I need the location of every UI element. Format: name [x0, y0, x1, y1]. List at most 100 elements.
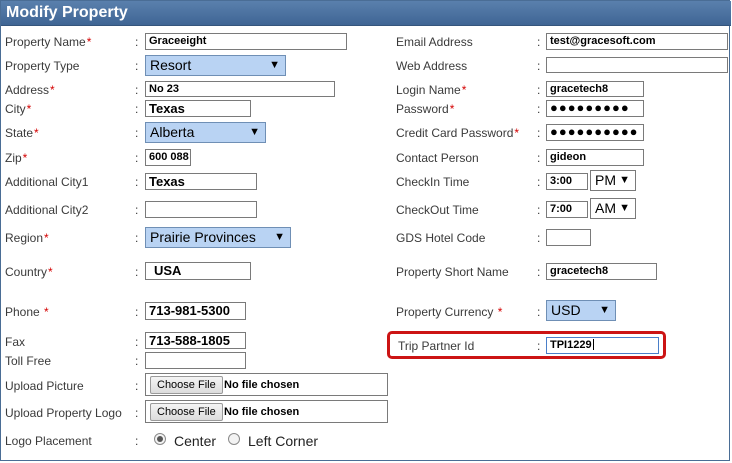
password-label: Password*: [396, 102, 455, 116]
city-input[interactable]: Texas: [145, 100, 251, 117]
state-value: Alberta: [150, 124, 195, 140]
upload-logo-field: Choose File No file chosen: [145, 400, 388, 423]
colon: :: [135, 434, 139, 448]
property-currency-select[interactable]: USD ▼: [546, 300, 616, 321]
colon: :: [135, 305, 139, 319]
colon: :: [135, 151, 139, 165]
checkout-ampm-value: AM: [595, 200, 616, 216]
logo-left-corner-label[interactable]: Left Corner: [248, 433, 318, 449]
additional-city2-label: Additional City2: [5, 203, 89, 217]
property-currency-label: Property Currency *: [396, 305, 503, 319]
colon: :: [135, 265, 139, 279]
zip-input[interactable]: 600 088: [145, 149, 191, 166]
login-name-input[interactable]: gracetech8: [546, 81, 644, 97]
additional-city1-label: Additional City1: [5, 175, 89, 189]
logo-center-radio[interactable]: [154, 433, 166, 445]
web-address-input[interactable]: [546, 57, 728, 73]
cc-password-input[interactable]: ●●●●●●●●●●: [546, 124, 644, 141]
property-type-label: Property Type: [5, 59, 80, 73]
chevron-down-icon: ▼: [617, 200, 630, 217]
toll-free-input[interactable]: [145, 352, 246, 369]
colon: :: [537, 102, 541, 116]
colon: :: [537, 151, 541, 165]
colon: :: [135, 59, 139, 73]
colon: :: [135, 175, 139, 189]
chevron-down-icon: ▼: [274, 231, 285, 243]
checkout-ampm-select[interactable]: AM ▼: [590, 198, 636, 219]
colon: :: [135, 203, 139, 217]
page-title: Modify Property: [6, 4, 128, 21]
upload-picture-field: Choose File No file chosen: [145, 373, 388, 396]
upload-logo-status: No file chosen: [224, 406, 300, 418]
colon: :: [537, 35, 541, 49]
colon: :: [537, 59, 541, 73]
password-input[interactable]: ●●●●●●●●●: [546, 100, 644, 117]
logo-left-corner-radio[interactable]: [228, 433, 240, 445]
colon: :: [135, 83, 139, 97]
phone-input[interactable]: 713-981-5300: [145, 302, 246, 320]
colon: :: [135, 354, 139, 368]
chevron-down-icon: ▼: [617, 172, 630, 189]
property-name-input[interactable]: Graceeight: [145, 33, 347, 50]
region-select[interactable]: Prairie Provinces ▼: [145, 227, 291, 248]
state-select[interactable]: Alberta ▼: [145, 122, 266, 143]
colon: :: [537, 203, 541, 217]
trip-partner-value: TPI1229: [550, 339, 592, 351]
chevron-down-icon: ▼: [599, 304, 610, 316]
property-name-label: Property Name*: [5, 35, 92, 49]
region-label: Region*: [5, 231, 49, 245]
property-currency-value: USD: [551, 302, 581, 318]
logo-center-label[interactable]: Center: [174, 433, 216, 449]
address-input[interactable]: No 23: [145, 81, 335, 97]
trip-partner-label: Trip Partner Id: [398, 339, 475, 353]
colon: :: [537, 265, 541, 279]
colon: :: [135, 335, 139, 349]
property-short-name-input[interactable]: gracetech8: [546, 263, 657, 280]
gds-hotel-code-input[interactable]: [546, 229, 591, 246]
city-label: City*: [5, 102, 32, 116]
chevron-down-icon: ▼: [249, 126, 260, 138]
colon: :: [135, 35, 139, 49]
checkin-time-input[interactable]: 3:00: [546, 173, 588, 190]
zip-label: Zip*: [5, 151, 28, 165]
colon: :: [537, 126, 541, 140]
colon: :: [135, 406, 139, 420]
toll-free-label: Toll Free: [5, 354, 52, 368]
modify-property-panel: Modify Property Property Name* : Graceei…: [0, 0, 731, 461]
chevron-down-icon: ▼: [269, 59, 280, 71]
upload-picture-label: Upload Picture: [5, 379, 84, 393]
property-type-select[interactable]: Resort ▼: [145, 55, 286, 76]
upload-logo-button[interactable]: Choose File: [150, 403, 223, 421]
phone-label: Phone *: [5, 305, 49, 319]
email-input[interactable]: test@gracesoft.com: [546, 33, 728, 50]
country-input[interactable]: USA: [145, 262, 251, 280]
logo-placement-label: Logo Placement: [5, 434, 92, 448]
fax-input[interactable]: 713-588-1805: [145, 332, 246, 349]
colon: :: [537, 231, 541, 245]
gds-hotel-code-label: GDS Hotel Code: [396, 231, 486, 245]
upload-logo-label: Upload Property Logo: [5, 406, 122, 420]
additional-city2-input[interactable]: [145, 201, 257, 218]
title-bar: Modify Property: [1, 1, 731, 26]
contact-person-label: Contact Person: [396, 151, 479, 165]
web-address-label: Web Address: [396, 59, 468, 73]
contact-person-input[interactable]: gideon: [546, 149, 644, 166]
colon: :: [135, 102, 139, 116]
region-value: Prairie Provinces: [150, 229, 256, 245]
colon: :: [135, 126, 139, 140]
trip-partner-input[interactable]: TPI1229: [546, 337, 659, 354]
colon: :: [537, 339, 541, 353]
checkin-ampm-value: PM: [595, 172, 616, 188]
additional-city1-input[interactable]: Texas: [145, 173, 257, 190]
colon: :: [537, 83, 541, 97]
checkout-time-input[interactable]: 7:00: [546, 201, 588, 218]
checkin-ampm-select[interactable]: PM ▼: [590, 170, 636, 191]
checkout-time-label: CheckOut Time: [396, 203, 479, 217]
text-caret: [592, 339, 594, 350]
upload-picture-button[interactable]: Choose File: [150, 376, 223, 394]
colon: :: [537, 175, 541, 189]
login-name-label: Login Name*: [396, 83, 467, 97]
colon: :: [537, 305, 541, 319]
colon: :: [135, 379, 139, 393]
colon: :: [135, 231, 139, 245]
